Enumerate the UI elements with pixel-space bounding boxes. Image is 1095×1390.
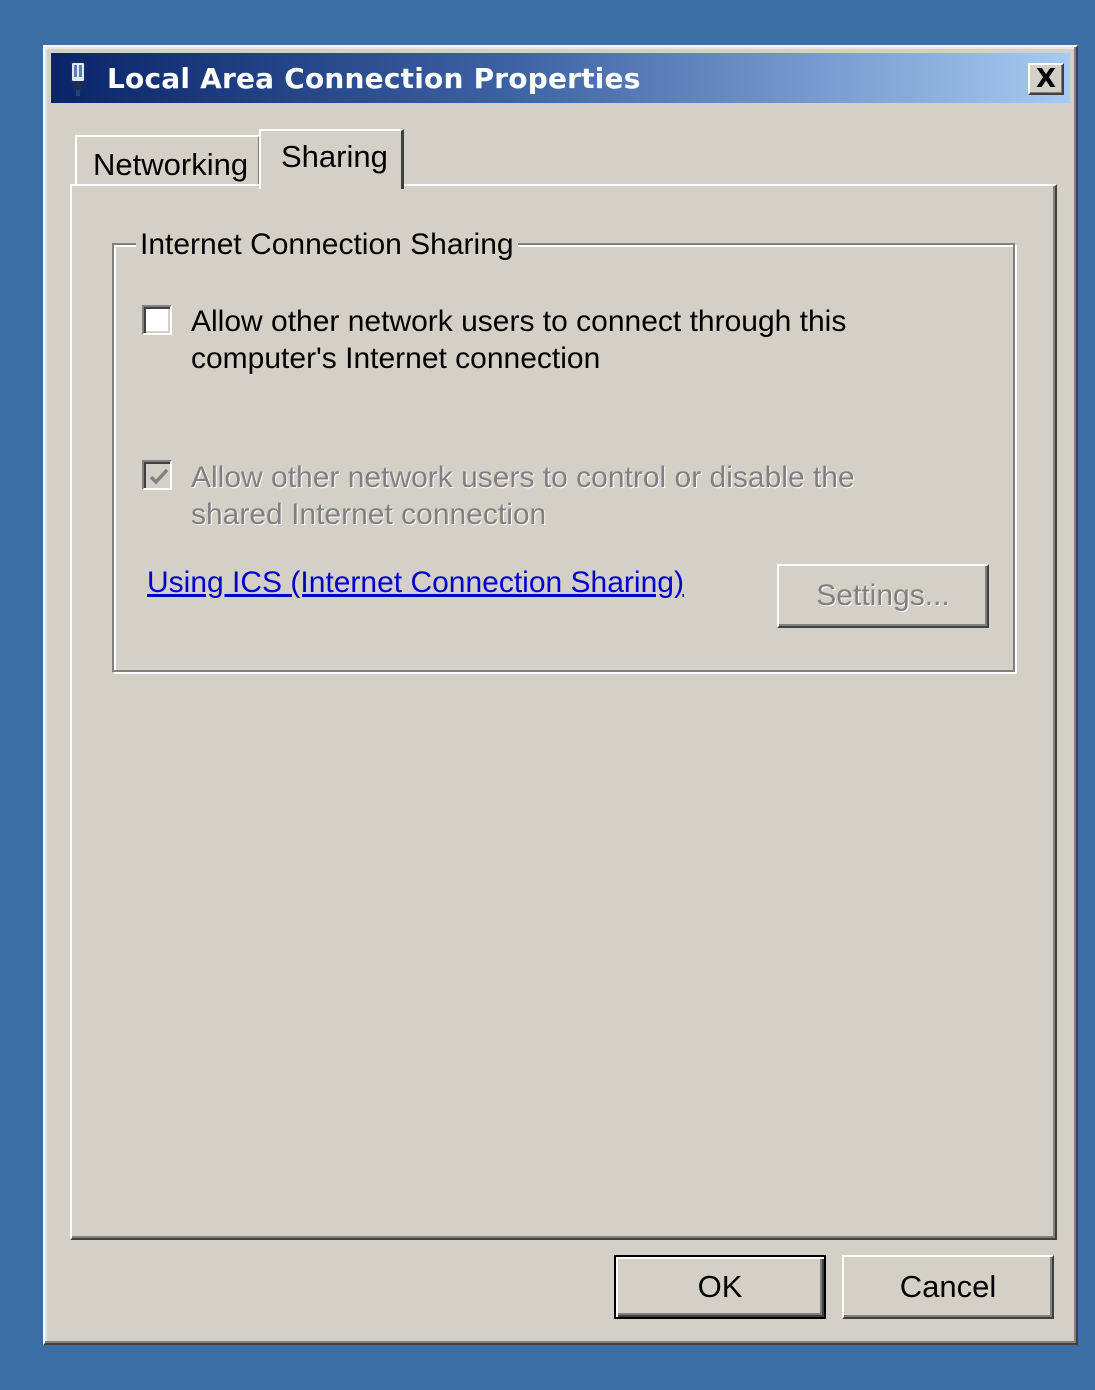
allow-connect-label[interactable]: Allow other network users to connect thr…: [191, 303, 846, 377]
network-adapter-icon: [65, 61, 91, 97]
ok-button[interactable]: OK: [614, 1255, 826, 1319]
sharing-tab-panel: Internet Connection Sharing Allow other …: [70, 184, 1057, 1240]
checkmark-icon: [149, 468, 169, 485]
tab-networking-label: Networking: [93, 147, 249, 182]
close-icon: X: [1035, 64, 1057, 94]
settings-button: Settings...: [777, 564, 989, 628]
window-title: Local Area Connection Properties: [107, 62, 641, 95]
tab-networking[interactable]: Networking: [75, 135, 260, 185]
ics-help-link[interactable]: Using ICS (Internet Connection Sharing): [147, 566, 684, 600]
ok-button-label: OK: [697, 1269, 743, 1304]
settings-button-label: Settings...: [816, 579, 950, 612]
ics-group-legend: Internet Connection Sharing: [136, 228, 518, 262]
allow-control-label-line1: Allow other network users to control or …: [191, 461, 855, 494]
ics-group-box: Internet Connection Sharing Allow other …: [112, 228, 1015, 672]
cancel-button[interactable]: Cancel: [842, 1255, 1054, 1319]
allow-control-label: Allow other network users to control or …: [191, 459, 855, 533]
desktop-background: Local Area Connection Properties X Netwo…: [0, 0, 1095, 1390]
tab-sharing-label: Sharing: [281, 139, 388, 174]
allow-connect-checkbox[interactable]: [142, 305, 172, 335]
close-button[interactable]: X: [1028, 63, 1064, 95]
properties-dialog: Local Area Connection Properties X Netwo…: [43, 45, 1078, 1345]
allow-control-checkbox: [142, 460, 172, 490]
cancel-button-label: Cancel: [899, 1269, 997, 1304]
allow-connect-label-line1: Allow other network users to connect thr…: [191, 305, 847, 338]
title-bar[interactable]: Local Area Connection Properties X: [51, 53, 1070, 103]
tab-sharing[interactable]: Sharing: [259, 129, 404, 189]
allow-control-label-line2: shared Internet connection: [191, 498, 547, 531]
allow-connect-label-line2: computer's Internet connection: [191, 342, 601, 375]
